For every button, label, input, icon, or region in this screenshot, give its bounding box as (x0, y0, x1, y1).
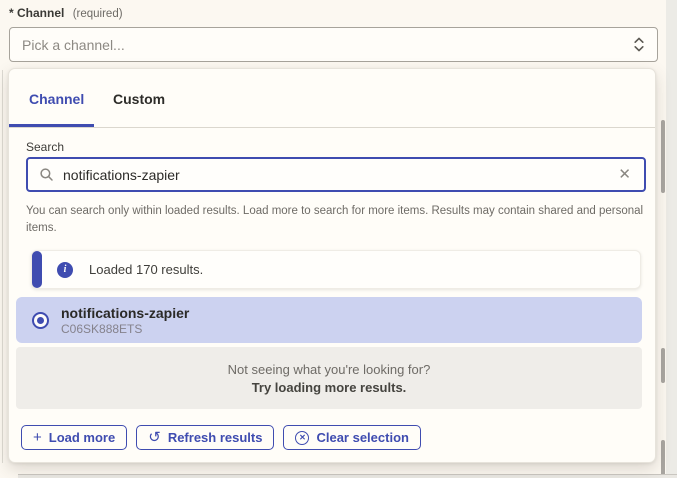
search-icon (39, 167, 54, 182)
hint-question: Not seeing what you're looking for? (228, 362, 431, 377)
alert-accent-bar (32, 251, 42, 288)
channel-dropdown-panel: Channel Custom Search ✕ You can search o… (8, 68, 656, 463)
scrollbar-thumb[interactable] (661, 440, 665, 478)
search-helper-text: You can search only within loaded result… (26, 203, 648, 237)
field-required-note: (required) (73, 8, 123, 20)
action-button-row: + Load more ↺ Refresh results ✕ Clear se… (21, 425, 421, 450)
clear-circle-icon: ✕ (295, 431, 309, 445)
scrollbar-thumb[interactable] (661, 120, 665, 193)
active-tab-underline (9, 124, 94, 127)
not-seeing-hint: Not seeing what you're looking for? Try … (16, 347, 642, 409)
load-more-button[interactable]: + Load more (21, 425, 127, 450)
chevron-up-down-icon (633, 36, 645, 53)
channel-option-name: notifications-zapier (61, 305, 189, 321)
channel-select-placeholder: Pick a channel... (22, 37, 125, 53)
search-box: ✕ (26, 157, 646, 192)
hint-suggestion: Try loading more results. (252, 380, 407, 395)
scrollbar-thumb[interactable] (661, 348, 665, 383)
clear-selection-label: Clear selection (316, 430, 409, 445)
channel-option-selected[interactable]: notifications-zapier C06SK888ETS (16, 297, 642, 343)
channel-select[interactable]: Pick a channel... (9, 27, 658, 62)
info-icon: i (57, 262, 73, 278)
background-element-edge (2, 70, 3, 463)
search-label: Search (26, 140, 64, 154)
page-background-strip (666, 0, 677, 478)
refresh-results-button[interactable]: ↺ Refresh results (136, 425, 274, 450)
channel-option-texts: notifications-zapier C06SK888ETS (61, 305, 189, 336)
search-input[interactable] (63, 167, 616, 183)
tab-channel[interactable]: Channel (29, 91, 84, 107)
tab-bar: Channel Custom (9, 69, 655, 128)
field-label: * Channel (required) (9, 6, 123, 20)
field-label-text: Channel (17, 6, 64, 20)
clear-selection-button[interactable]: ✕ Clear selection (283, 425, 421, 450)
loaded-results-alert: i Loaded 170 results. (31, 250, 641, 289)
field-required-asterisk: * (9, 6, 14, 20)
refresh-icon: ↺ (148, 430, 161, 445)
load-more-label: Load more (49, 430, 115, 445)
plus-icon: + (33, 430, 42, 445)
alert-message: Loaded 170 results. (89, 262, 203, 277)
channel-option-id: C06SK888ETS (61, 322, 189, 336)
tab-custom[interactable]: Custom (113, 91, 165, 107)
refresh-results-label: Refresh results (168, 430, 263, 445)
radio-dot (37, 317, 44, 324)
search-clear-icon[interactable]: ✕ (616, 165, 633, 184)
radio-selected-icon[interactable] (32, 312, 49, 329)
